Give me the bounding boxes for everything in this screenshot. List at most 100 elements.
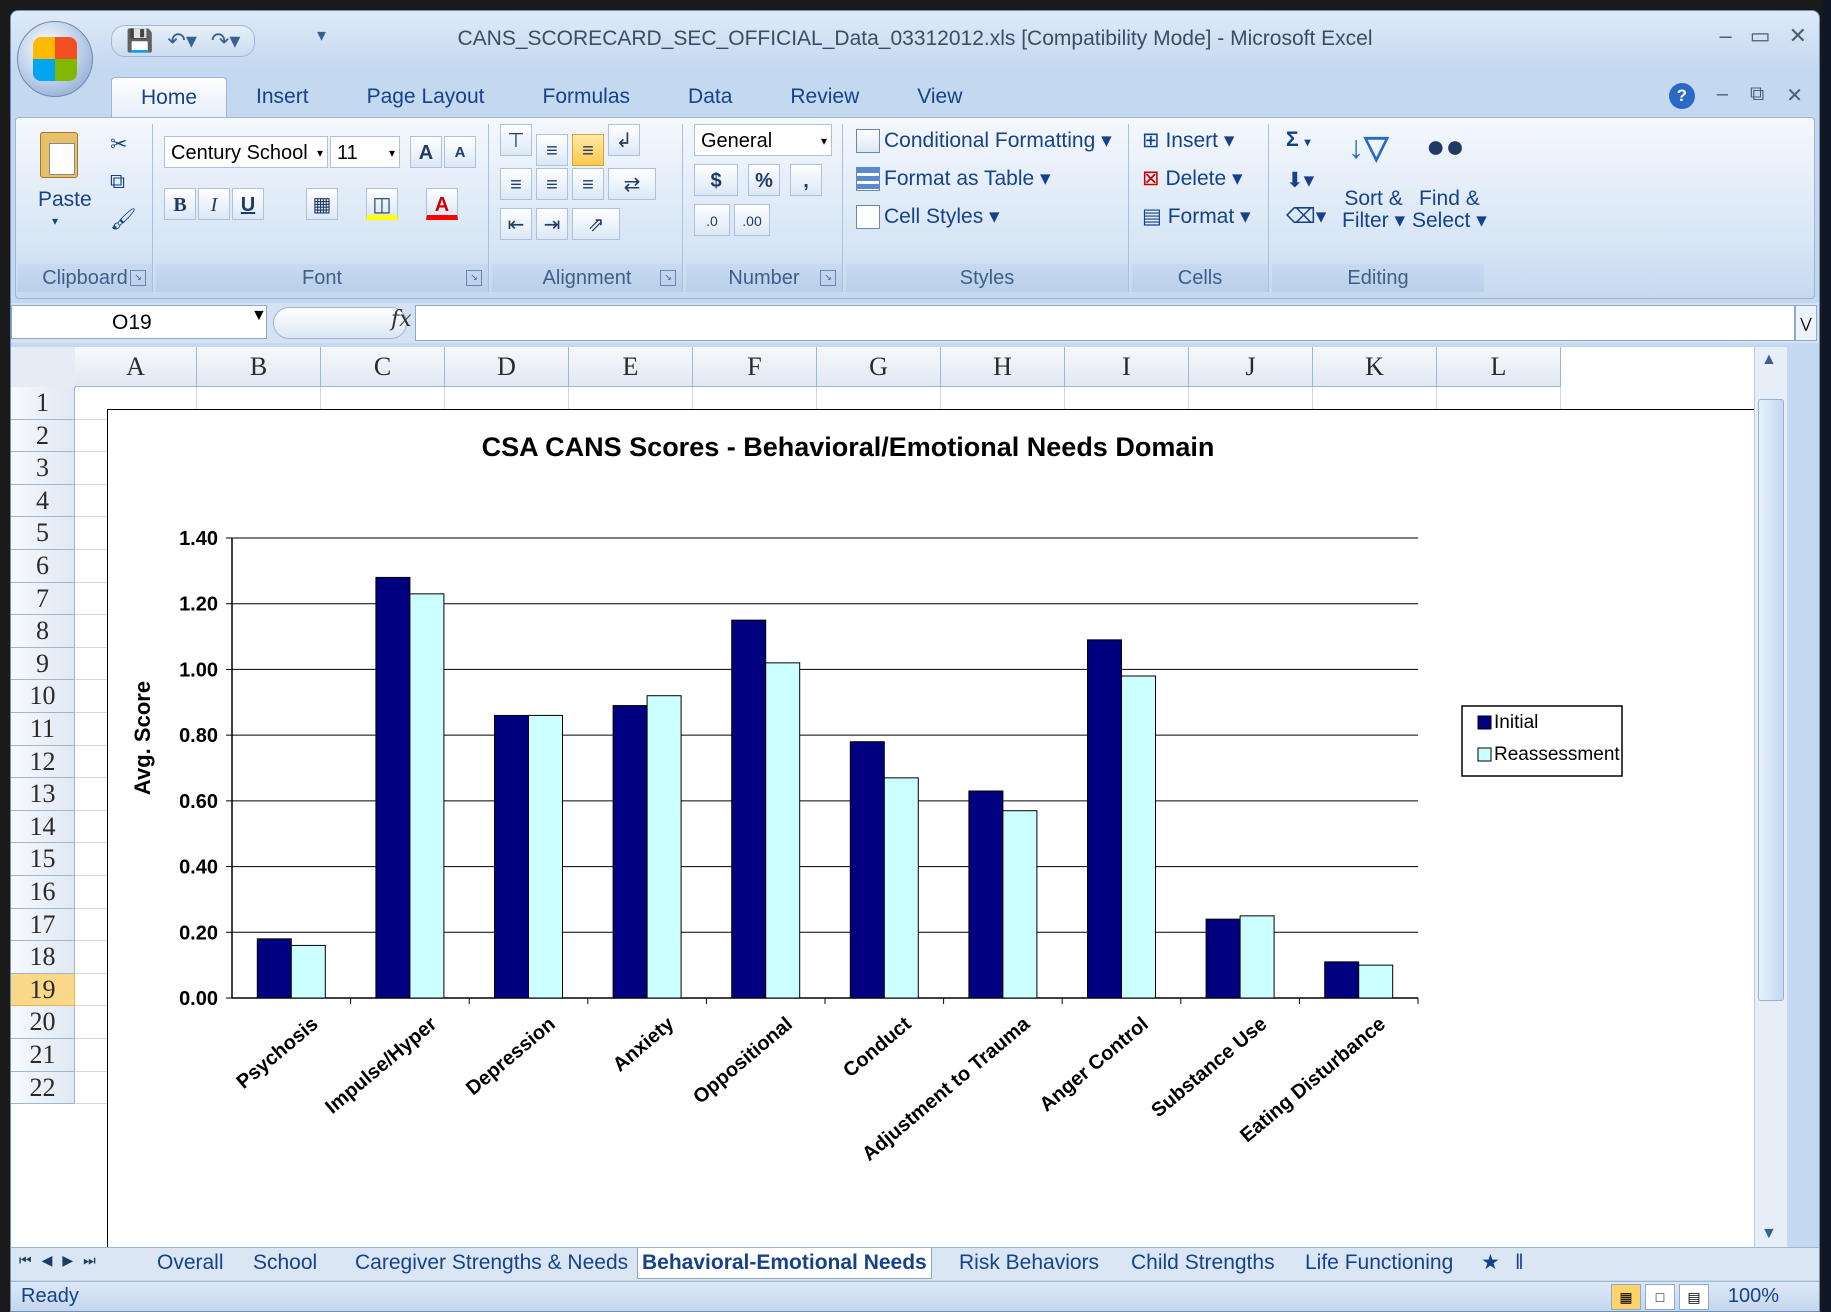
minimize-icon[interactable]: – bbox=[1720, 23, 1732, 49]
prev-sheet-icon[interactable]: ◀ bbox=[42, 1252, 53, 1269]
row-header-14[interactable]: 14 bbox=[11, 810, 75, 844]
orientation-icon[interactable]: ⇗ bbox=[572, 208, 620, 240]
maximize-icon[interactable]: ▭ bbox=[1750, 23, 1771, 49]
clipboard-launcher-icon[interactable]: ↘ bbox=[130, 270, 146, 286]
horizontal-split-handle-icon[interactable]: ‖ bbox=[1511, 1248, 1528, 1278]
vertical-scrollbar[interactable]: ▲ ▼ bbox=[1754, 347, 1787, 1247]
vertical-scroll-thumb[interactable] bbox=[1758, 399, 1784, 1001]
chart-legend[interactable]: Initial Reassessment bbox=[1461, 705, 1623, 777]
chart-object[interactable]: CSA CANS Scores - Behavioral/Emotional N… bbox=[107, 409, 1787, 1247]
row-header-4[interactable]: 4 bbox=[11, 484, 75, 518]
sort-filter-button[interactable]: Sort & Filter ▾ bbox=[1342, 188, 1405, 232]
formula-input[interactable] bbox=[415, 305, 1795, 341]
column-header-j[interactable]: J bbox=[1189, 347, 1313, 387]
row-header-12[interactable]: 12 bbox=[11, 745, 75, 779]
decrease-indent-icon[interactable]: ⇤ bbox=[500, 208, 532, 240]
shrink-font-button[interactable]: A bbox=[444, 136, 476, 168]
borders-icon[interactable]: ▦ bbox=[306, 188, 338, 220]
next-sheet-icon[interactable]: ▶ bbox=[62, 1252, 73, 1269]
row-header-19[interactable]: 19 bbox=[11, 973, 75, 1007]
number-format-select[interactable]: General ▾ bbox=[694, 124, 832, 156]
workbook-minimize-icon[interactable]: – bbox=[1717, 83, 1728, 109]
workbook-restore-icon[interactable]: ⧉ bbox=[1750, 83, 1764, 109]
tab-view[interactable]: View bbox=[888, 77, 991, 117]
page-layout-view-icon[interactable]: □ bbox=[1645, 1284, 1675, 1310]
column-header-b[interactable]: B bbox=[197, 347, 321, 387]
sheet-tab-caregiver[interactable]: Caregiver Strengths & Needs bbox=[351, 1248, 632, 1278]
worksheet-grid[interactable]: ABCDEFGHIJKL 1 2 3 4 5 6 7 8 9 10 11 12 13 14 15 16 17 18… bbox=[11, 347, 1787, 1247]
paste-button[interactable]: Paste bbox=[38, 188, 92, 212]
align-left-icon[interactable]: ≡ bbox=[500, 168, 532, 200]
format-as-table-button[interactable]: Format as Table ▾ bbox=[856, 166, 1051, 192]
increase-decimal-button[interactable]: .0 bbox=[694, 204, 730, 236]
column-header-c[interactable]: C bbox=[321, 347, 445, 387]
expand-formula-bar-icon[interactable]: ⋁ bbox=[1795, 305, 1817, 341]
number-launcher-icon[interactable]: ↘ bbox=[820, 270, 836, 286]
row-header-17[interactable]: 17 bbox=[11, 908, 75, 942]
align-middle-icon[interactable]: ≡ bbox=[536, 134, 568, 166]
row-header-22[interactable]: 22 bbox=[11, 1071, 75, 1105]
increase-indent-icon[interactable]: ⇥ bbox=[536, 208, 568, 240]
row-header-16[interactable]: 16 bbox=[11, 876, 75, 909]
row-header-10[interactable]: 10 bbox=[11, 680, 75, 713]
align-center-icon[interactable]: ≡ bbox=[536, 168, 568, 200]
merge-center-icon[interactable]: ⇄ bbox=[608, 168, 656, 200]
tab-page-layout[interactable]: Page Layout bbox=[338, 77, 514, 117]
cut-icon[interactable]: ✂ bbox=[110, 132, 128, 157]
sheet-tab-school[interactable]: School bbox=[249, 1248, 321, 1278]
sheet-tab-risk-behaviors[interactable]: Risk Behaviors bbox=[955, 1248, 1103, 1278]
align-top-icon[interactable]: ⊤ bbox=[500, 124, 532, 156]
column-header-k[interactable]: K bbox=[1313, 347, 1437, 387]
sheet-tab-overall[interactable]: Overall bbox=[153, 1248, 228, 1278]
scroll-up-icon[interactable]: ▲ bbox=[1761, 351, 1777, 369]
format-painter-icon[interactable]: 🖌 bbox=[110, 208, 137, 232]
format-cells-button[interactable]: ▤ Format ▾ bbox=[1142, 204, 1251, 229]
find-select-button[interactable]: Find & Select ▾ bbox=[1412, 188, 1487, 232]
row-header-11[interactable]: 11 bbox=[11, 713, 75, 746]
insert-cells-button[interactable]: ⊞ Insert ▾ bbox=[1142, 128, 1234, 153]
formula-bar-resize-handle[interactable] bbox=[273, 307, 407, 339]
name-box-dropdown-icon[interactable]: ▼ bbox=[251, 307, 267, 325]
column-header-i[interactable]: I bbox=[1065, 347, 1189, 387]
underline-button[interactable]: U bbox=[232, 188, 264, 220]
column-header-e[interactable]: E bbox=[569, 347, 693, 387]
row-header-5[interactable]: 5 bbox=[11, 517, 75, 550]
sheet-tab-child-strengths[interactable]: Child Strengths bbox=[1127, 1248, 1279, 1278]
font-launcher-icon[interactable]: ↘ bbox=[466, 270, 482, 286]
italic-button[interactable]: I bbox=[198, 188, 230, 220]
row-header-20[interactable]: 20 bbox=[11, 1006, 75, 1039]
paste-dropdown-icon[interactable]: ▾ bbox=[52, 214, 58, 228]
column-header-l[interactable]: L bbox=[1437, 347, 1561, 387]
align-bottom-icon[interactable]: ≡ bbox=[572, 134, 604, 166]
row-header-8[interactable]: 8 bbox=[11, 615, 75, 648]
sheet-tab-behavioral-emotional[interactable]: Behavioral-Emotional Needs bbox=[637, 1248, 932, 1279]
workbook-close-icon[interactable]: ✕ bbox=[1786, 83, 1803, 109]
percent-button[interactable]: % bbox=[748, 164, 780, 196]
cell-styles-button[interactable]: Cell Styles ▾ bbox=[856, 204, 1000, 230]
tab-formulas[interactable]: Formulas bbox=[514, 77, 660, 117]
row-header-2[interactable]: 2 bbox=[11, 419, 75, 453]
column-header-f[interactable]: F bbox=[693, 347, 817, 387]
row-header-3[interactable]: 3 bbox=[11, 452, 75, 485]
grow-font-button[interactable]: A bbox=[410, 136, 442, 168]
copy-icon[interactable]: ⧉ bbox=[110, 170, 125, 194]
conditional-formatting-button[interactable]: Conditional Formatting ▾ bbox=[856, 128, 1112, 154]
currency-button[interactable]: $ bbox=[694, 164, 738, 196]
tab-home[interactable]: Home bbox=[111, 77, 228, 117]
row-header-21[interactable]: 21 bbox=[11, 1039, 75, 1072]
bold-button[interactable]: B bbox=[164, 188, 196, 220]
row-header-13[interactable]: 13 bbox=[11, 778, 75, 811]
select-all-button[interactable] bbox=[11, 347, 76, 388]
fill-icon[interactable]: ⬇▾ bbox=[1286, 168, 1314, 193]
column-header-a[interactable]: A bbox=[75, 347, 197, 387]
first-sheet-icon[interactable]: ⏮ bbox=[19, 1252, 32, 1269]
font-color-button[interactable]: A bbox=[426, 188, 458, 220]
scroll-down-icon[interactable]: ▼ bbox=[1761, 1225, 1777, 1243]
row-header-15[interactable]: 15 bbox=[11, 843, 75, 876]
tab-insert[interactable]: Insert bbox=[227, 77, 338, 117]
help-icon[interactable]: ? bbox=[1668, 83, 1695, 109]
tab-review[interactable]: Review bbox=[761, 77, 888, 117]
insert-function-button[interactable]: fx bbox=[391, 307, 412, 332]
row-header-1[interactable]: 1 bbox=[11, 387, 75, 420]
wrap-text-icon[interactable]: ↲ bbox=[608, 124, 640, 156]
